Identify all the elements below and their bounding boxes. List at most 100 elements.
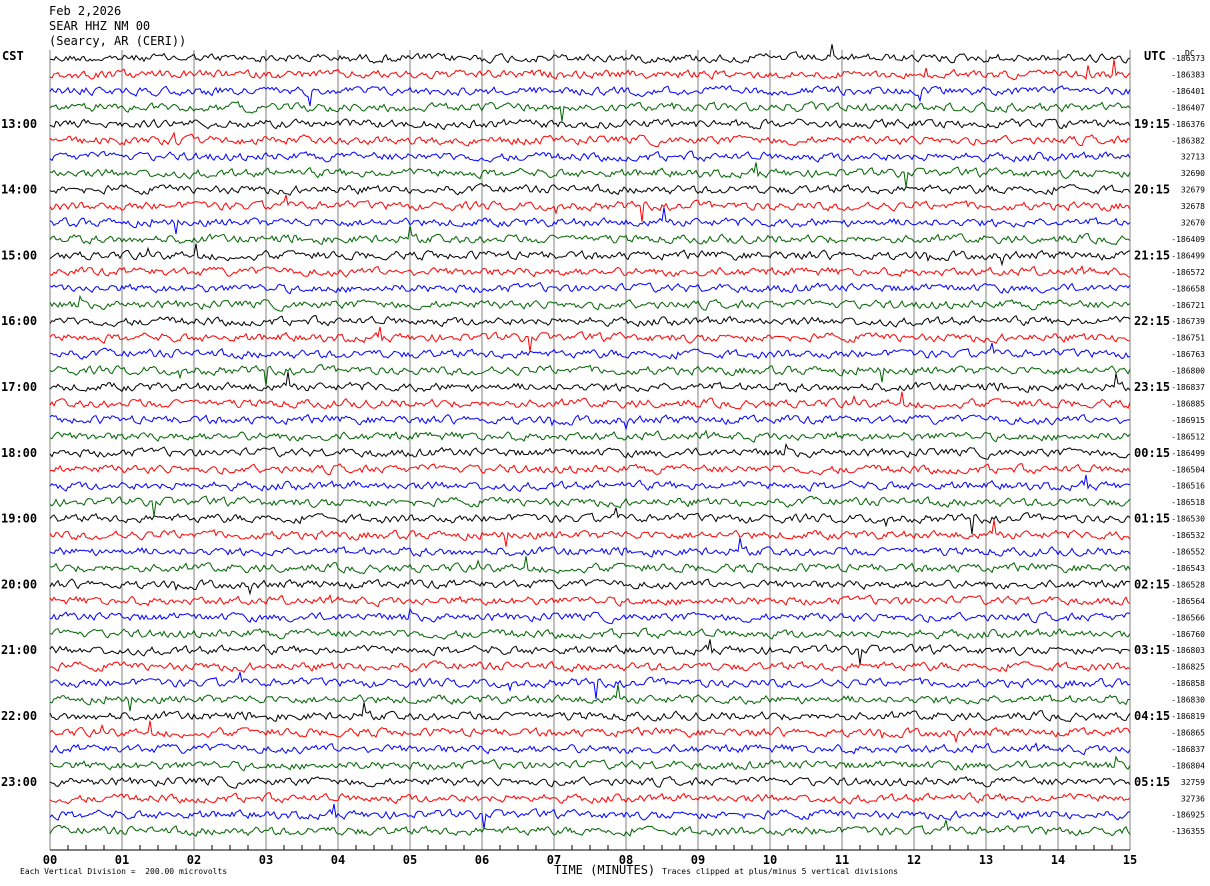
trace-offset-9: 32678: [1181, 202, 1205, 211]
x-tick-03: 03: [259, 853, 273, 867]
trace-7: [49, 162, 1131, 188]
trace-35: [49, 627, 1131, 640]
trace-36: [49, 639, 1131, 665]
trace-offset-29: -186532: [1171, 531, 1205, 540]
trace-offset-19: -186800: [1171, 367, 1205, 376]
trace-27: [49, 495, 1131, 517]
trace-offset-22: -186915: [1171, 416, 1205, 425]
trace-13: [49, 264, 1131, 279]
left-hour-label: 16:00: [1, 314, 37, 328]
left-hour-label: 22:00: [1, 709, 37, 723]
clip-note: Traces clipped at plus/minus 5 vertical …: [662, 867, 899, 876]
trace-19: [49, 364, 1131, 387]
trace-42: [49, 742, 1131, 756]
trace-32: [49, 578, 1131, 596]
trace-25: [49, 463, 1131, 476]
trace-1: [49, 59, 1131, 81]
trace-offset-30: -186552: [1171, 548, 1205, 557]
trace-38: [49, 671, 1131, 699]
trace-43: [49, 755, 1131, 772]
trace-14: [49, 281, 1131, 295]
trace-offset-25: -186504: [1171, 465, 1205, 474]
trace-offset-13: -186572: [1171, 268, 1205, 277]
trace-26: [49, 474, 1131, 493]
trace-2: [49, 84, 1131, 107]
trace-31: [49, 556, 1131, 575]
x-tick-00: 00: [43, 853, 57, 867]
trace-offset-28: -186530: [1171, 515, 1205, 524]
trace-8: [49, 183, 1131, 196]
right-hour-label: 01:15: [1134, 512, 1170, 526]
right-hour-label: 20:15: [1134, 183, 1170, 197]
right-hour-label: 00:15: [1134, 446, 1170, 460]
trace-37: [49, 660, 1131, 674]
trace-offset-27: -186518: [1171, 498, 1205, 507]
trace-offset-4: -186376: [1171, 120, 1205, 129]
x-tick-13: 13: [979, 853, 993, 867]
trace-offset-47: -136355: [1171, 827, 1205, 836]
x-tick-09: 09: [691, 853, 705, 867]
trace-47: [49, 819, 1131, 837]
trace-5: [49, 131, 1131, 148]
trace-12: [49, 243, 1131, 267]
right-hour-label: 03:15: [1134, 643, 1170, 657]
left-hour-label: 21:00: [1, 643, 37, 657]
trace-offset-43: -186804: [1171, 761, 1205, 770]
left-hour-label: 15:00: [1, 248, 37, 262]
trace-offset-8: 32679: [1181, 186, 1205, 195]
trace-offset-16: -186739: [1171, 317, 1205, 326]
trace-39: [49, 684, 1131, 712]
trace-offset-3: -186407: [1171, 103, 1205, 112]
x-tick-14: 14: [1051, 853, 1065, 867]
seismic-traces: [49, 44, 1131, 837]
x-tick-02: 02: [187, 853, 201, 867]
trace-offset-33: -186564: [1171, 597, 1205, 606]
trace-offset-26: -186516: [1171, 482, 1205, 491]
right-hour-label: 23:15: [1134, 380, 1170, 394]
trace-28: [49, 507, 1131, 535]
trace-6: [49, 150, 1131, 163]
x-tick-06: 06: [475, 853, 489, 867]
seismogram-plot: 00 01 02 03 04 05 06 07 08 09 10 11 12 13 14 15-186373-…: [1, 44, 1205, 867]
trace-offset-6: 32713: [1181, 153, 1205, 162]
trace-offset-37: -186825: [1171, 663, 1205, 672]
left-hour-label: 20:00: [1, 577, 37, 591]
right-hour-label: 22:15: [1134, 314, 1170, 328]
trace-40: [49, 702, 1131, 723]
trace-46: [49, 803, 1131, 830]
trace-29: [49, 519, 1131, 547]
x-tick-15: 15: [1123, 853, 1137, 867]
trace-offset-14: -186658: [1171, 284, 1205, 293]
trace-30: [49, 537, 1131, 558]
x-tick-04: 04: [331, 853, 345, 867]
trace-20: [49, 371, 1131, 394]
trace-11: [49, 225, 1131, 246]
trace-17: [49, 326, 1131, 352]
x-tick-10: 10: [763, 853, 777, 867]
trace-offset-5: -186382: [1171, 136, 1205, 145]
x-tick-05: 05: [403, 853, 417, 867]
trace-22: [49, 413, 1131, 432]
right-hour-label: 21:15: [1134, 248, 1170, 262]
trace-23: [49, 429, 1131, 443]
left-hour-label: 18:00: [1, 446, 37, 460]
x-axis-label: TIME (MINUTES): [554, 863, 656, 877]
trace-offset-18: -186763: [1171, 350, 1205, 359]
trace-offset-38: -186858: [1171, 679, 1205, 688]
left-hour-label: 17:00: [1, 380, 37, 394]
trace-offset-17: -186751: [1171, 334, 1205, 343]
trace-18: [49, 342, 1131, 360]
trace-0: [49, 44, 1131, 65]
left-hour-label: 19:00: [1, 512, 37, 526]
trace-offset-0: -186373: [1171, 54, 1205, 63]
trace-41: [49, 720, 1131, 744]
trace-45: [49, 791, 1131, 805]
scale-note: Each Vertical Division = 200.00 microvol…: [20, 867, 228, 876]
trace-offset-44: 32759: [1181, 778, 1205, 787]
trace-15: [49, 294, 1131, 312]
left-hour-label: 23:00: [1, 775, 37, 789]
trace-offset-42: -186837: [1171, 745, 1205, 754]
trace-offset-11: -186409: [1171, 235, 1205, 244]
x-tick-12: 12: [907, 853, 921, 867]
trace-24: [49, 442, 1131, 460]
